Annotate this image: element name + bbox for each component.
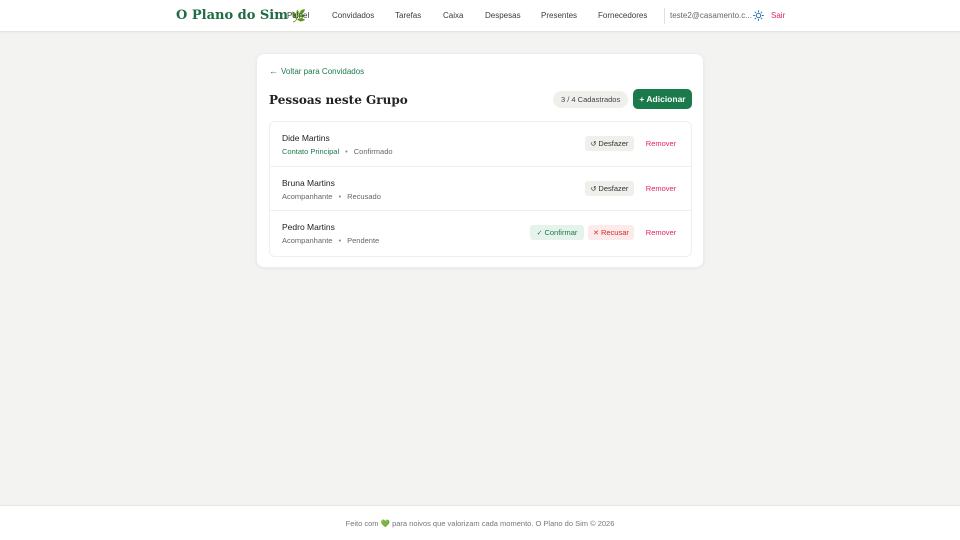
person-status: Confirmado [353,147,393,156]
footer-prefix: Feito com [345,519,379,528]
refuse-label: Recusar [600,228,629,237]
people-list: Dide Martins Contato Principal • Confirm… [269,121,692,257]
list-item: Bruna Martins Acompanhante • Recusado ↺ D… [270,167,691,211]
undo-label: Desfazer [598,139,629,148]
nav-item-convidados[interactable]: Convidados [332,11,374,20]
count-badge: 3 / 4 Cadastrados [553,91,629,108]
list-item: Pedro Martins Acompanhante • Pendente ✓ C… [270,211,691,256]
undo-icon: ↺ [590,185,597,193]
group-card: ← Voltar para Convidados Pessoas neste G… [256,53,704,268]
undo-button[interactable]: ↺ Desfazer [585,180,634,196]
x-icon: ✕ [593,230,599,237]
person-name: Dide Martins [282,133,330,143]
person-status: Recusado [347,191,381,201]
undo-label: Desfazer [598,183,629,193]
separator-dot: • [338,191,342,201]
heart-icon: 💚 [380,519,390,528]
person-meta: Acompanhante • Pendente [282,236,379,245]
person-name: Pedro Martins [282,222,335,232]
list-item: Dide Martins Contato Principal • Confirm… [270,122,691,167]
separator-dot: • [338,236,342,245]
back-to-guests-link[interactable]: ← Voltar para Convidados [269,66,364,76]
brand-name: O Plano do Sim [176,8,289,23]
nav-item-fornecedores[interactable]: Fornecedores [598,11,647,20]
confirm-button[interactable]: ✓ Confirmar [530,225,584,240]
person-status: Pendente [347,236,380,245]
remove-button[interactable]: Remover [641,136,681,151]
separator-dot: • [345,147,348,156]
arrow-left-icon: ← [269,66,278,76]
confirm-label: Confirmar [544,228,578,237]
nav-item-painel[interactable]: Painel [287,11,309,20]
add-person-button[interactable]: + Adicionar [633,89,692,109]
person-meta: Contato Principal • Confirmado [282,147,393,156]
page-title: Pessoas neste Grupo [269,93,408,107]
footer: Feito com 💚 para noivos que valorizam ca… [0,505,960,540]
refuse-button[interactable]: ✕ Recusar [588,225,634,240]
person-role: Acompanhante [282,236,333,245]
sun-icon[interactable] [753,10,764,21]
nav-divider [664,8,665,24]
undo-icon: ↺ [590,141,597,148]
logout-link[interactable]: Sair [771,11,785,20]
check-icon: ✓ [536,230,543,237]
remove-button[interactable]: Remover [641,181,681,196]
nav-item-despesas[interactable]: Despesas [485,11,521,20]
person-meta: Acompanhante • Recusado [282,192,381,201]
footer-text: para noivos que valorizam cada momento. … [392,519,615,528]
person-role: Acompanhante [282,191,333,201]
remove-button[interactable]: Remover [641,225,681,240]
top-navbar: O Plano do Sim 🌿 Painel Convidados Taref… [0,0,960,32]
person-role: Contato Principal [282,147,340,156]
nav-item-caixa[interactable]: Caixa [443,11,463,20]
person-name: Bruna Martins [282,177,335,188]
nav-item-tarefas[interactable]: Tarefas [395,11,421,20]
user-email: teste2@casamento.c... [670,11,752,20]
nav-item-presentes[interactable]: Presentes [541,11,577,20]
back-link-label: Voltar para Convidados [281,66,365,76]
undo-button[interactable]: ↺ Desfazer [585,136,634,151]
